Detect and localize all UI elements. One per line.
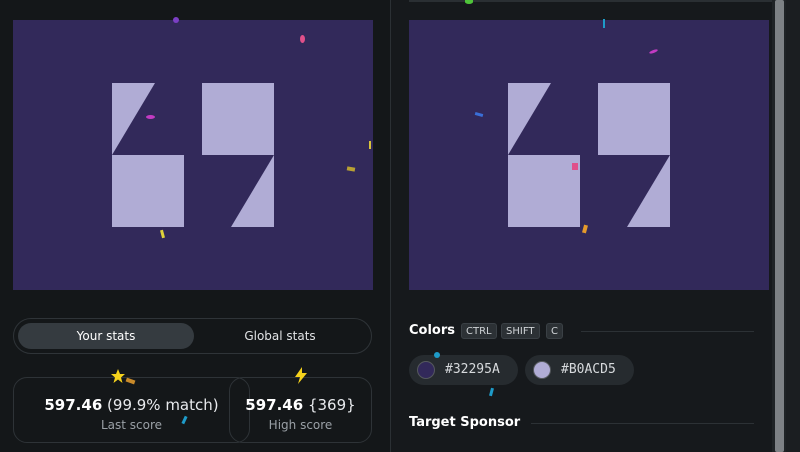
color-hex-background: #32295A [445, 362, 500, 377]
confetti-piece [369, 141, 371, 149]
high-score-label: High score [268, 418, 333, 432]
lightning-icon [295, 367, 307, 384]
your-canvas[interactable] [13, 20, 373, 290]
last-score-value: 597.46 (99.9% match) [14, 396, 249, 414]
top-rule [409, 0, 772, 2]
color-hex-foreground: #B0ACD5 [561, 362, 616, 377]
color-swatch-background [417, 361, 435, 379]
high-score-count: {369} [307, 396, 356, 414]
confetti-piece [572, 163, 578, 170]
color-swatch-foreground [533, 361, 551, 379]
sponsor-rule [531, 423, 754, 424]
high-score-card: 597.46 {369} High score [229, 377, 372, 443]
colors-title: Colors [409, 323, 456, 338]
last-score-number: 597.46 [44, 396, 103, 414]
last-score-card: 597.46 (99.9% match) Last score [13, 377, 250, 443]
color-chip-background[interactable]: #32295A [409, 355, 518, 385]
shortcut-key-c: C [546, 323, 563, 339]
tab-global-stats[interactable]: Global stats [194, 323, 366, 349]
star-icon [111, 369, 125, 383]
last-score-label: Last score [100, 418, 163, 432]
stats-tabs: Your stats Global stats [13, 318, 372, 354]
shape-triangle-bottom-right [231, 155, 274, 227]
confetti-piece [465, 0, 473, 4]
shape-triangle-top-left [112, 83, 155, 155]
target-square-bottom-left [508, 155, 580, 227]
shape-square-top-right [202, 83, 274, 155]
window-edge [786, 0, 800, 452]
shortcut-key-ctrl: CTRL [461, 323, 497, 339]
confetti-piece [603, 19, 605, 28]
target-triangle-top-left [508, 83, 551, 155]
confetti-piece [173, 17, 179, 23]
colors-rule [581, 331, 754, 332]
high-score-number: 597.46 [245, 396, 304, 414]
target-canvas [409, 20, 769, 290]
high-score-value: 597.46 {369} [230, 396, 371, 414]
shape-square-bottom-left [112, 155, 184, 227]
confetti-piece [300, 35, 305, 43]
target-sponsor-title: Target Sponsor [409, 415, 521, 430]
target-triangle-bottom-right [627, 155, 670, 227]
shortcut-key-shift: SHIFT [501, 323, 540, 339]
target-square-top-right [598, 83, 670, 155]
scrollbar-track[interactable] [772, 0, 786, 452]
confetti-piece [146, 115, 155, 119]
scrollbar-thumb[interactable] [775, 0, 784, 452]
color-chip-foreground[interactable]: #B0ACD5 [525, 355, 634, 385]
confetti-piece [434, 352, 440, 358]
tab-your-stats[interactable]: Your stats [18, 323, 194, 349]
last-score-match: (99.9% match) [107, 396, 219, 414]
